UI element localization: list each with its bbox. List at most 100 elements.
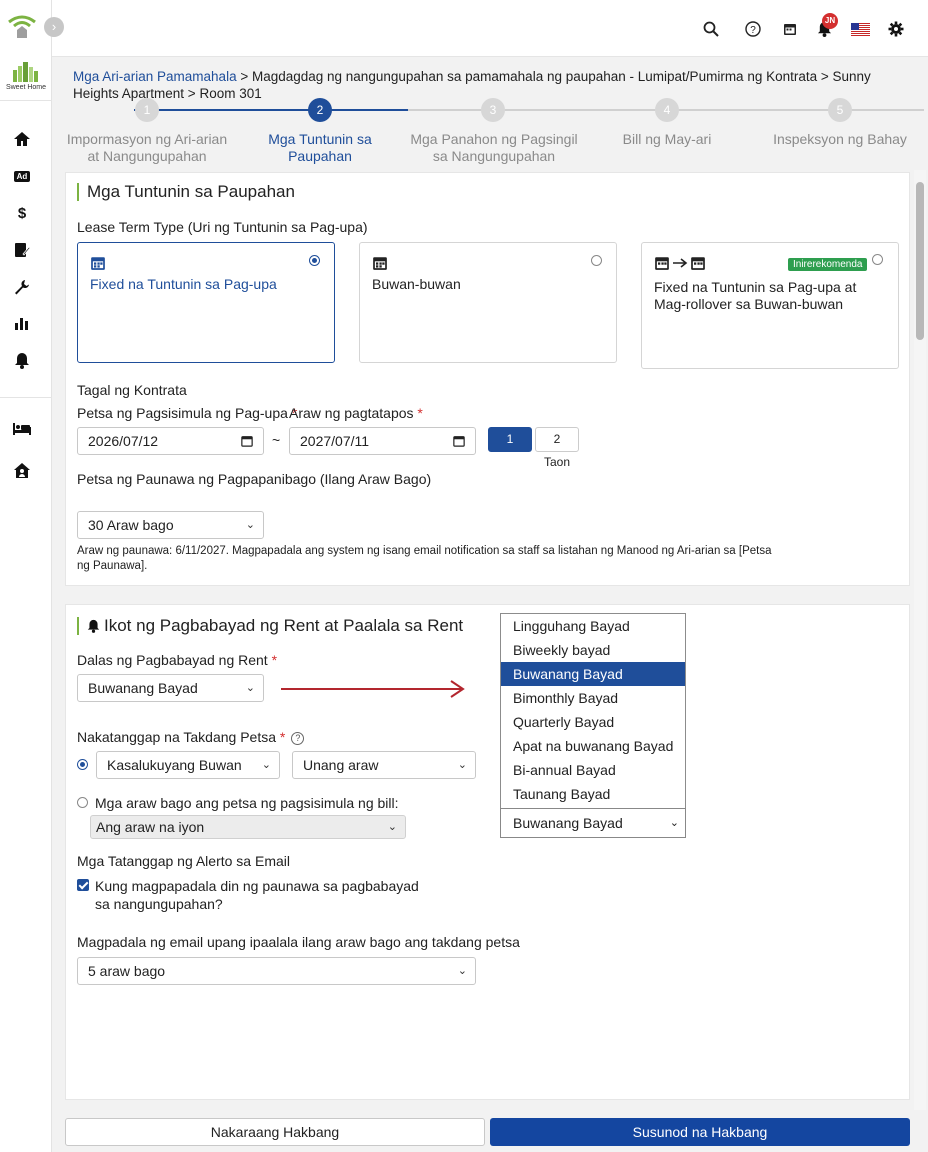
lease-option-monthly[interactable]: Buwan-buwan (359, 242, 617, 363)
end-date-label-text: Araw ng pagtatapos (289, 405, 414, 421)
lease-option-fixed-rollover-radio[interactable] (872, 254, 883, 265)
lease-option-fixed-rollover[interactable]: Inirerekomenda Fixed na Tuntunin sa Pag-… (641, 242, 899, 369)
notify-tenant-checkbox[interactable] (77, 879, 89, 891)
step-2-circle[interactable]: 2 (308, 98, 332, 122)
dollar-glyph: $ (17, 204, 27, 222)
two-year-button[interactable]: 2 Taon (535, 427, 579, 469)
sidebar-collapse-button[interactable]: › (44, 17, 64, 37)
sidebar: › Sweet Home Ad $ (0, 0, 64, 1152)
search-icon[interactable] (700, 18, 722, 40)
us-flag-icon[interactable] (849, 18, 871, 40)
step-3-label[interactable]: Mga Panahon ng Pagsingil sa Nangungupaha… (405, 131, 583, 165)
renewal-notice-value: 30 Araw bago (88, 517, 174, 533)
payment-frequency-select[interactable]: Buwanang Bayad ⌄ (77, 674, 264, 702)
end-date-label: Araw ng pagtatapos * (289, 405, 423, 421)
start-date-label-text: Petsa ng Pagsisimula ng Pag-upa (77, 405, 288, 421)
lease-option-fixed-rollover-label: Fixed na Tuntunin sa Pag-upa at Mag-roll… (654, 279, 857, 312)
house-user-icon[interactable] (12, 460, 32, 480)
payment-frequency-dropdown-select[interactable]: Buwanang Bayad ⌄ (500, 808, 686, 838)
document-edit-icon[interactable] (12, 240, 32, 260)
due-day-value: Unang araw (303, 757, 379, 773)
top-bar: ? JN (52, 0, 928, 57)
chevron-down-icon: ⌄ (387, 821, 397, 833)
required-mark: * (271, 652, 278, 668)
step-3-circle[interactable]: 3 (481, 98, 505, 122)
dropdown-option[interactable]: Taunang Bayad (501, 782, 685, 806)
date-picker-icon[interactable] (453, 435, 465, 447)
ad-icon[interactable]: Ad (12, 166, 32, 186)
days-before-label: Mga araw bago ang petsa ng pagsisimula n… (95, 795, 399, 811)
dollar-icon[interactable]: $ (12, 203, 32, 223)
bell-icon[interactable] (12, 350, 32, 370)
bell-icon (87, 619, 100, 633)
due-date-current-month-radio[interactable] (77, 759, 88, 770)
payment-frequency-dropdown-list: Lingguhang Bayad Biweekly bayad Buwanang… (500, 613, 686, 809)
reminder-days-label: Magpadala ng email upang ipaalala ilang … (77, 934, 520, 950)
renewal-notice-note: Araw ng paunawa: 6/11/2027. Magpapadala … (77, 545, 772, 572)
bar-chart-icon[interactable] (12, 313, 32, 333)
rent-cycle-panel: Ikot ng Pagbabayad ng Rent at Paalala sa… (65, 604, 910, 1100)
end-date-input[interactable]: 2027/07/11 (289, 427, 476, 455)
dropdown-option[interactable]: Biweekly bayad (501, 638, 685, 662)
step-2-label[interactable]: Mga Tuntunin sa Paupahan (255, 131, 385, 165)
required-mark: * (417, 405, 423, 421)
page-scrollbar[interactable] (914, 170, 926, 1110)
date-picker-icon[interactable] (241, 435, 253, 447)
breadcrumb: Mga Ari-arian Pamamahala > Magdagdag ng … (73, 68, 918, 102)
lease-terms-panel: Mga Tuntunin sa Paupahan Lease Term Type… (65, 172, 910, 586)
dropdown-option[interactable]: Apat na buwanang Bayad (501, 734, 685, 758)
lease-option-monthly-label: Buwan-buwan (372, 276, 461, 292)
stepper-track-complete (134, 109, 408, 111)
step-5-circle[interactable]: 5 (828, 98, 852, 122)
calendar-icon[interactable] (779, 18, 801, 40)
one-year-button[interactable]: 1 Taon (488, 427, 532, 469)
next-step-button[interactable]: Susunod na Hakbang (490, 1118, 910, 1146)
days-before-select[interactable]: Ang araw na iyon ⌄ (90, 815, 406, 839)
due-date-days-before-radio[interactable] (77, 797, 88, 808)
reminder-days-select[interactable]: 5 araw bago ⌄ (77, 957, 476, 985)
chevron-down-icon: ⌄ (457, 965, 467, 977)
due-month-select[interactable]: Kasalukuyang Buwan ⌄ (96, 751, 280, 779)
wifi-home-logo-icon[interactable] (6, 10, 38, 42)
date-range-separator: ~ (272, 432, 281, 448)
dropdown-option[interactable]: Bimonthly Bayad (501, 686, 685, 710)
start-date-label: Petsa ng Pagsisimula ng Pag-upa * (77, 405, 297, 421)
step-4-circle[interactable]: 4 (655, 98, 679, 122)
lease-option-fixed[interactable]: Fixed na Tuntunin sa Pag-upa (77, 242, 335, 363)
lease-option-fixed-radio[interactable] (309, 255, 320, 266)
chevron-down-icon: ⌄ (245, 682, 255, 694)
bed-icon[interactable] (12, 419, 32, 439)
start-date-input[interactable]: 2026/07/12 (77, 427, 264, 455)
wrench-icon[interactable] (12, 277, 32, 297)
required-mark: * (279, 729, 286, 745)
help-icon[interactable]: ? (742, 18, 764, 40)
dropdown-option-highlighted[interactable]: Buwanang Bayad (501, 662, 685, 686)
due-date-label-text: Nakatanggap na Takdang Petsa (77, 729, 277, 745)
due-day-select[interactable]: Unang araw ⌄ (292, 751, 476, 779)
step-1-circle[interactable]: 1 (135, 98, 159, 122)
svg-text:?: ? (750, 25, 756, 36)
step-4-label[interactable]: Bill ng May-ari (590, 131, 744, 148)
lease-term-type-label: Lease Term Type (Uri ng Tuntunin sa Pag-… (77, 219, 368, 235)
dropdown-option[interactable]: Quarterly Bayad (501, 710, 685, 734)
brand-logo[interactable]: Sweet Home (2, 62, 50, 91)
renewal-notice-select[interactable]: 30 Araw bago ⌄ (77, 511, 264, 539)
lease-terms-title: Mga Tuntunin sa Paupahan (77, 183, 295, 201)
dropdown-option[interactable]: Lingguhang Bayad (501, 614, 685, 638)
previous-step-button[interactable]: Nakaraang Hakbang (65, 1118, 485, 1146)
step-1-label[interactable]: Impormasyon ng Ari-arian at Nangungupaha… (62, 131, 232, 165)
contract-duration-label: Tagal ng Kontrata (77, 382, 187, 398)
dropdown-option[interactable]: Bi-annual Bayad (501, 758, 685, 782)
due-month-value: Kasalukuyang Buwan (107, 757, 242, 773)
city-skyline-icon (13, 62, 38, 82)
gear-icon[interactable] (885, 18, 907, 40)
step-5-label[interactable]: Inspeksyon ng Bahay (766, 131, 914, 148)
email-recipients-label: Mga Tatanggap ng Alerto sa Email (77, 853, 290, 869)
lease-option-monthly-radio[interactable] (591, 255, 602, 266)
scrollbar-thumb[interactable] (916, 182, 924, 340)
home-icon[interactable] (12, 129, 32, 149)
breadcrumb-link-properties[interactable]: Mga Ari-arian Pamamahala (73, 69, 237, 84)
calendar-arrow-calendar-icon (654, 255, 706, 271)
help-icon[interactable]: ? (291, 731, 305, 745)
user-avatar-badge[interactable]: JN (822, 13, 838, 29)
